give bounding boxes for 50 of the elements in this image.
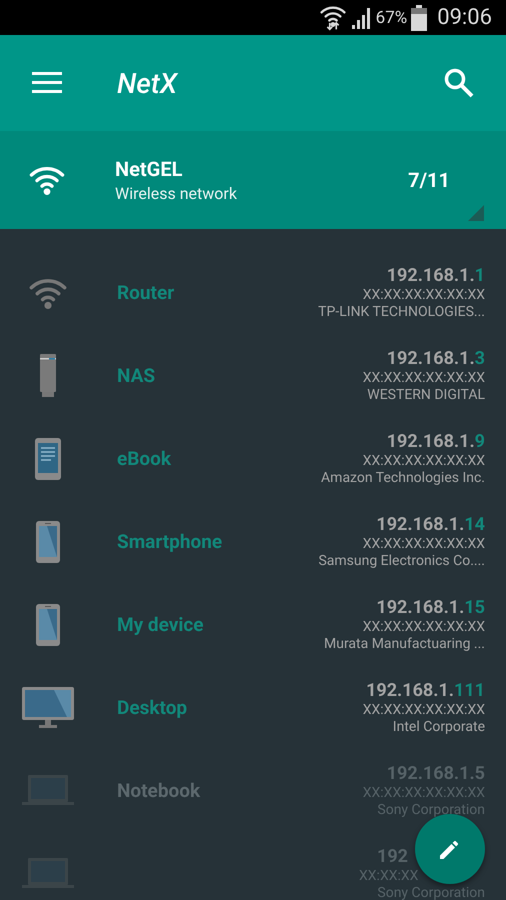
ip-address: 192.168.1.14	[376, 514, 485, 535]
vendor-name: TP-LINK TECHNOLOGIES...	[318, 304, 485, 320]
device-name: Desktop	[117, 696, 188, 719]
device-row[interactable]: Smartphone 192.168.1.14 XX:XX:XX:XX:XX:XX Samsung Electronics Co....	[0, 500, 506, 583]
ip-address: 192.168.1.15	[376, 597, 485, 618]
search-button[interactable]	[444, 68, 474, 98]
ip-address: 192.168.1.111	[366, 680, 485, 701]
smartphone-icon	[36, 604, 60, 646]
mac-address: XX:XX:XX:XX:XX:XX	[362, 702, 485, 718]
menu-button[interactable]	[32, 72, 62, 94]
device-name: NAS	[117, 364, 156, 387]
device-row[interactable]: eBook 192.168.1.9 XX:XX:XX:XX:XX:XX Amazon Technologies Inc.	[0, 417, 506, 500]
mac-address: XX:XX:XX:XX:XX:XX	[362, 370, 485, 386]
device-name: Smartphone	[117, 530, 224, 553]
device-count: 7/11	[408, 168, 450, 192]
wifi-icon	[28, 165, 66, 195]
device-row[interactable]: Desktop 192.168.1.111 XX:XX:XX:XX:XX:XX Intel Corporate	[0, 666, 506, 749]
ip-address: 192.168.1.1	[386, 265, 485, 286]
mac-address: XX:XX:XX:XX:XX:XX	[362, 619, 485, 635]
device-row[interactable]: Router 192.168.1.1 XX:XX:XX:XX:XX:XX TP-LINK TECHNOLOGIES...	[0, 251, 506, 334]
device-name: eBook	[117, 447, 172, 470]
ebook-reader-icon	[35, 438, 61, 480]
mac-address: XX:XX:XX:XX:XX:XX	[362, 453, 485, 469]
wifi-icon	[28, 276, 68, 308]
battery-icon	[411, 4, 428, 30]
network-name: NetGEL	[115, 157, 184, 181]
network-selector[interactable]: NetGEL Wireless network 7/11	[0, 131, 506, 229]
device-row[interactable]: NAS 192.168.1.3 XX:XX:XX:XX:XX:XX WESTERN DIGITAL	[0, 334, 506, 417]
device-row[interactable]: My device 192.168.1.15 XX:XX:XX:XX:XX:XX Murata Manufactuaring ...	[0, 583, 506, 666]
signal-icon	[350, 6, 372, 28]
monitor-icon	[22, 686, 74, 728]
vendor-name: Murata Manufactuaring ...	[324, 636, 485, 652]
device-name: My device	[117, 613, 205, 636]
wifi-icon	[320, 4, 346, 30]
mac-address: XX:XX:XX:XX:XX:XX	[362, 536, 485, 552]
vendor-name: Intel Corporate	[392, 719, 485, 735]
app-title: NetX	[117, 66, 180, 100]
clock: 09:06	[437, 5, 492, 30]
nas-tower-icon	[39, 354, 57, 398]
ip-address: 192.168.1.9	[386, 431, 485, 452]
vendor-name: Samsung Electronics Co....	[318, 553, 485, 569]
smartphone-icon	[36, 520, 60, 562]
mac-address: XX:XX:XX:XX:XX:XX	[362, 287, 485, 303]
ip-address: 192.168.1.3	[386, 348, 485, 369]
device-name: Router	[117, 281, 176, 304]
network-type: Wireless network	[115, 184, 238, 203]
vendor-name: WESTERN DIGITAL	[367, 387, 485, 403]
battery-level: 67%	[376, 8, 408, 28]
vendor-name: Amazon Technologies Inc.	[321, 470, 485, 486]
dropdown-corner-icon	[468, 205, 484, 221]
